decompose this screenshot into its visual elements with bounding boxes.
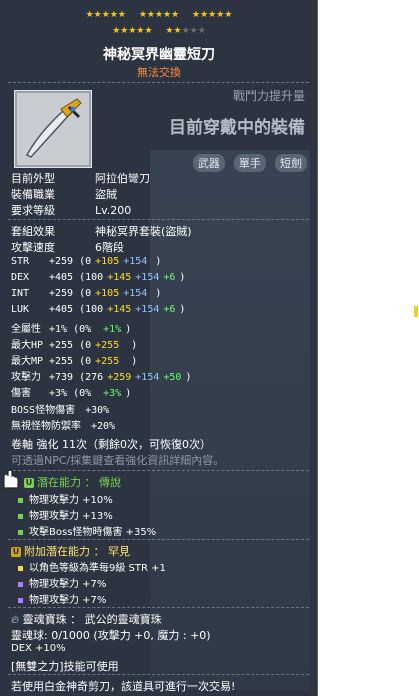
soul-skill: [無雙之力]技能可使用 <box>11 660 119 673</box>
potential-line: 攻擊Boss怪物時傷害 +35% <box>18 523 156 538</box>
ignore-defense-row: 無視怪物防禦率 +20% <box>11 421 116 432</box>
divider <box>8 82 309 84</box>
potential-grade-icon: U <box>24 478 34 488</box>
stat-row: 最大MP +255 (0 +255) <box>11 356 138 367</box>
attack-speed-row: 攻擊速度 6階段 <box>11 241 124 254</box>
soul-dex-bonus: DEX +10% <box>11 643 66 654</box>
stat-row: 傷害 +3% (0% +3%) <box>11 388 132 399</box>
trade-scissors-hint: 若使用白金神奇剪刀，該道具可進行一次交易! <box>11 680 236 693</box>
stat-row: DEX +405 (100 +145 +154 +6) <box>11 272 186 283</box>
dagger-icon <box>25 98 82 158</box>
info-row: 目前外型 阿拉伯彎刀 <box>11 172 150 185</box>
additional-potential-header: U 附加潛在能力 ： 罕見 <box>11 545 130 558</box>
stat-row: STR +259 (0 +105 +154) <box>11 256 162 267</box>
item-name: 神秘冥界幽靈短刀 <box>103 47 215 63</box>
divider <box>8 219 309 221</box>
category-tags: 武器 單手 短劍 <box>189 152 307 172</box>
potential-header: U 潛在能力 ： 傳說 <box>24 476 121 489</box>
soul-orb-info: 靈魂球: 0/1000 (攻擊力 +0, 魔力 : +0) <box>11 629 211 642</box>
stars-group: ★★★★★ <box>138 10 180 20</box>
set-effect-row: 套組效果 神秘冥界套裝(盜賊) <box>11 225 192 238</box>
stat-row: 攻擊力 +739 (276 +259 +154 +50) <box>11 372 192 383</box>
divider <box>8 607 309 609</box>
item-icon-frame <box>14 90 92 168</box>
divider <box>8 470 309 472</box>
stat-row: INT +259 (0 +105 +154) <box>11 288 162 299</box>
soul-weapon-header: 🔥︎ 靈魂寶珠 ： 武公的靈魂寶珠 <box>11 613 162 626</box>
star-force-row-2: ★★★★★ ★★★★★ <box>0 26 317 36</box>
category-tag: 單手 <box>233 154 266 172</box>
stars-group: ★★★★★ <box>85 10 126 20</box>
stat-row: LUK +405 (100 +145 +154 +6) <box>11 304 186 315</box>
flame-icon: 🔥︎ <box>11 613 20 626</box>
star-force-row-1: ★★★★★ ★★★★★ ★★★★★ <box>0 10 317 20</box>
boss-damage-row: BOSS怪物傷害 +30% <box>11 405 110 416</box>
hand-cursor-icon <box>3 469 19 489</box>
category-tag: 武器 <box>192 154 225 172</box>
stars-group: ★★★★★ <box>192 10 233 20</box>
additional-potential-line: 物理攻擊力 +7% <box>18 591 106 606</box>
highlight-marker <box>414 306 418 317</box>
potential-line: 物理攻擊力 +10% <box>18 491 113 506</box>
scroll-upgrade-row: 卷軸 強化 11次（剩餘0次，可恢復0次） <box>11 438 211 451</box>
info-row: 要求等級 Lv.200 <box>11 204 132 217</box>
divider <box>8 674 309 676</box>
currently-wearing-label: 目前穿戴中的裝備 <box>169 118 305 138</box>
power-up-label: 戰鬥力提升量 <box>232 89 305 103</box>
stars-group: ★★★★★ <box>112 26 153 36</box>
divider <box>8 539 309 541</box>
scroll-hint: 可透過NPC/採集鍵查看強化資訊詳細內容。 <box>11 454 225 467</box>
category-tag: 短劍 <box>275 154 307 172</box>
additional-potential-line: 以角色等級為準每9級 STR +1 <box>18 559 166 574</box>
trade-status: 無法交換 <box>137 66 181 79</box>
stars-group: ★★ <box>165 26 182 36</box>
info-row: 裝備職業 盜賊 <box>11 188 117 201</box>
stars-empty: ★★★ <box>181 26 206 36</box>
stat-row: 全屬性 +1% (0% +1%) <box>11 324 132 335</box>
stat-row: 最大HP +255 (0 +255) <box>11 340 138 351</box>
item-tooltip: ★★★★★ ★★★★★ ★★★★★ ★★★★★ ★★★★★ 神秘冥界幽靈短刀 無… <box>0 0 318 696</box>
potential-line: 物理攻擊力 +13% <box>18 507 113 522</box>
additional-potential-line: 物理攻擊力 +7% <box>18 575 106 590</box>
additional-potential-grade-icon: U <box>11 547 21 557</box>
